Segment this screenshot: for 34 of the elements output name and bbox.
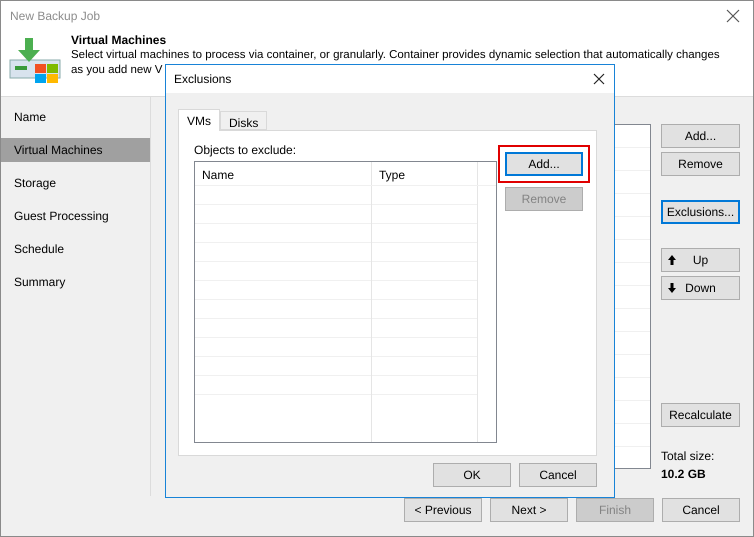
wizard-step[interactable]: Guest Processing: [1, 204, 150, 228]
side-button[interactable]: Exclusions...: [661, 200, 740, 224]
side-button[interactable]: Add...: [661, 124, 740, 148]
list-label: Objects to exclude:: [194, 142, 298, 159]
wizard-step[interactable]: Schedule: [1, 237, 150, 261]
page-heading: Virtual Machines: [71, 33, 166, 48]
total-size-label: Total size:: [661, 448, 716, 465]
column-header[interactable]: Type: [372, 162, 478, 185]
wizard-step[interactable]: Virtual Machines: [1, 138, 150, 162]
wizard-step[interactable]: Summary: [1, 270, 150, 294]
close-icon[interactable]: [726, 9, 740, 23]
up-arrow-icon: [668, 255, 676, 265]
total-size-value: 10.2 GB: [661, 466, 707, 483]
down-arrow-icon: [668, 283, 676, 293]
wizard-step[interactable]: Name: [1, 105, 150, 129]
side-button[interactable]: Remove: [661, 152, 740, 176]
page-description: as you add new V: [71, 63, 162, 78]
wizard-button[interactable]: Cancel: [662, 498, 740, 522]
wizard-button[interactable]: < Previous: [404, 498, 482, 522]
recalculate-button[interactable]: Recalculate: [661, 403, 740, 427]
column-header[interactable]: Name: [195, 162, 372, 185]
move-button[interactable]: Up: [661, 248, 740, 272]
page-description: Select virtual machines to process via container, or granularly. Container provides dynamic selection that automatically changes: [71, 48, 720, 63]
window-title: New Backup Job: [10, 8, 100, 25]
close-icon[interactable]: [593, 73, 605, 85]
dialog-button[interactable]: Add...: [505, 152, 583, 176]
tab[interactable]: VMs: [178, 109, 220, 131]
wizard-step[interactable]: Storage: [1, 171, 150, 195]
dialog-title: Exclusions: [174, 71, 232, 88]
dialog-button[interactable]: OK: [433, 463, 511, 487]
dialog-button[interactable]: Cancel: [519, 463, 597, 487]
wizard-button[interactable]: Next >: [490, 498, 568, 522]
move-button[interactable]: Down: [661, 276, 740, 300]
tab[interactable]: Disks: [220, 111, 268, 130]
